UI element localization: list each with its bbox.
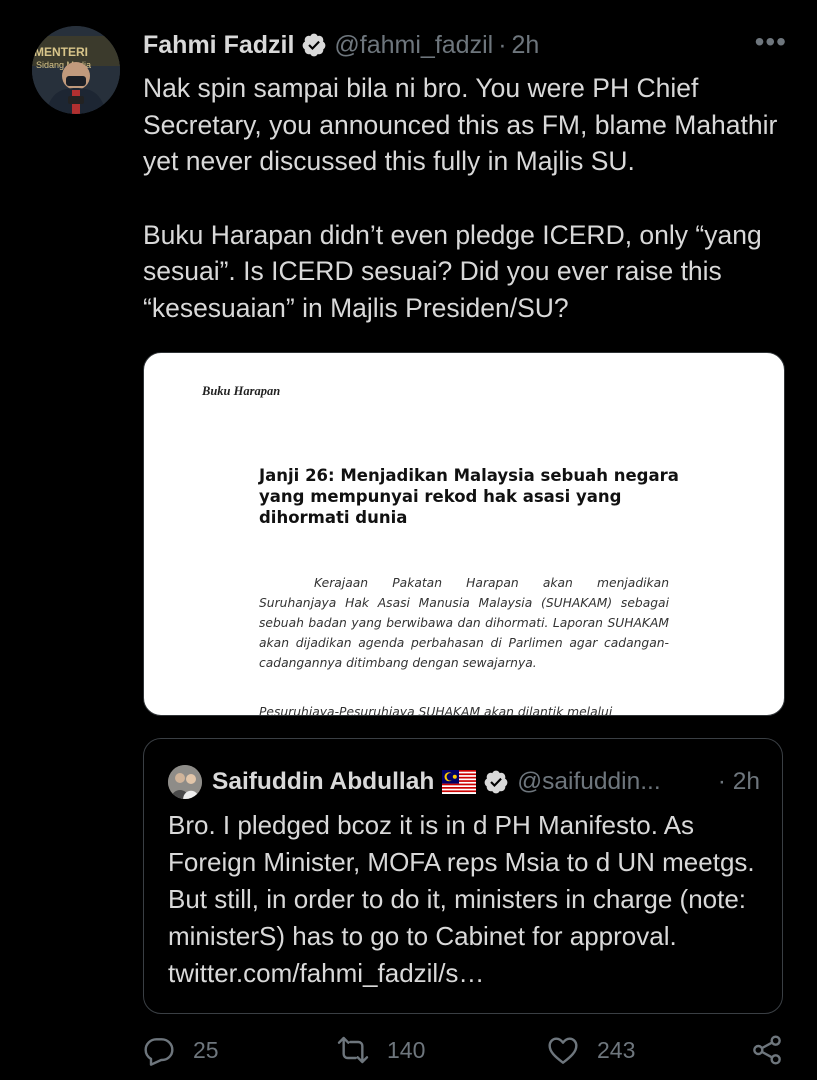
author-avatar[interactable]: MENTERI Sidang Media	[32, 26, 120, 114]
tweet-body: Nak spin sampai bila ni bro. You were PH…	[143, 70, 793, 326]
quoted-separator-dot: ·	[717, 768, 726, 795]
quoted-tweet[interactable]: Saifuddin Abdullah @saifuddin... · 2h Br…	[143, 738, 783, 1014]
attached-image[interactable]: Buku Harapan Janji 26: Menjadikan Malays…	[143, 352, 785, 716]
quoted-author-handle: @saifuddin...	[517, 768, 661, 795]
doc-cut-line: Pesuruhjaya-Pesuruhjaya SUHAKAM akan dil…	[259, 705, 613, 716]
reply-icon	[144, 1038, 174, 1066]
like-count: 243	[597, 1036, 636, 1063]
quoted-tweet-timestamp: · 2h	[718, 768, 760, 796]
avatar-backdrop-text: MENTERI	[34, 45, 88, 59]
like-button[interactable]: 243	[547, 1034, 635, 1066]
malaysia-flag-icon	[442, 770, 477, 794]
retweet-count: 140	[387, 1036, 426, 1063]
more-icon[interactable]: •••	[755, 27, 787, 57]
heart-icon	[548, 1037, 578, 1064]
doc-body: Kerajaan Pakatan Harapan akan menjadikan…	[259, 576, 669, 670]
tweet-paragraph: Buku Harapan didn’t even pledge ICERD, o…	[143, 219, 762, 323]
reply-button[interactable]: 25	[143, 1034, 219, 1066]
reply-count: 25	[193, 1036, 219, 1063]
tweet-actions: 25 140 243	[143, 1034, 788, 1074]
quoted-tweet-body: Bro. I pledged bcoz it is in d PH Manife…	[168, 810, 755, 988]
tweet-paragraph: Nak spin sampai bila ni bro. You were PH…	[143, 73, 778, 176]
verified-badge-icon	[303, 33, 326, 57]
tweet-timestamp[interactable]: 2h	[512, 31, 540, 60]
retweet-button[interactable]: 140	[337, 1034, 425, 1066]
quoted-author-avatar	[168, 765, 202, 799]
share-button[interactable]	[751, 1034, 783, 1066]
author-name[interactable]: Fahmi Fadzil	[143, 31, 294, 60]
quoted-author-photo	[168, 765, 202, 799]
author-photo: MENTERI Sidang Media	[32, 26, 120, 114]
tweet-header: Fahmi Fadzil @fahmi_fadzil · 2h •••	[143, 27, 787, 63]
doc-heading: Janji 26: Menjadikan Malaysia sebuah neg…	[259, 466, 679, 527]
retweet-icon	[337, 1036, 369, 1064]
doc-label: Buku Harapan	[202, 384, 281, 398]
quoted-tweet-header: Saifuddin Abdullah @saifuddin... · 2h	[168, 765, 760, 799]
quoted-time: 2h	[732, 768, 760, 795]
author-handle[interactable]: @fahmi_fadzil	[334, 31, 493, 60]
share-icon	[753, 1035, 781, 1065]
quoted-author-name: Saifuddin Abdullah	[212, 768, 435, 795]
separator-dot: ·	[498, 30, 507, 59]
verified-badge-icon	[484, 770, 508, 794]
